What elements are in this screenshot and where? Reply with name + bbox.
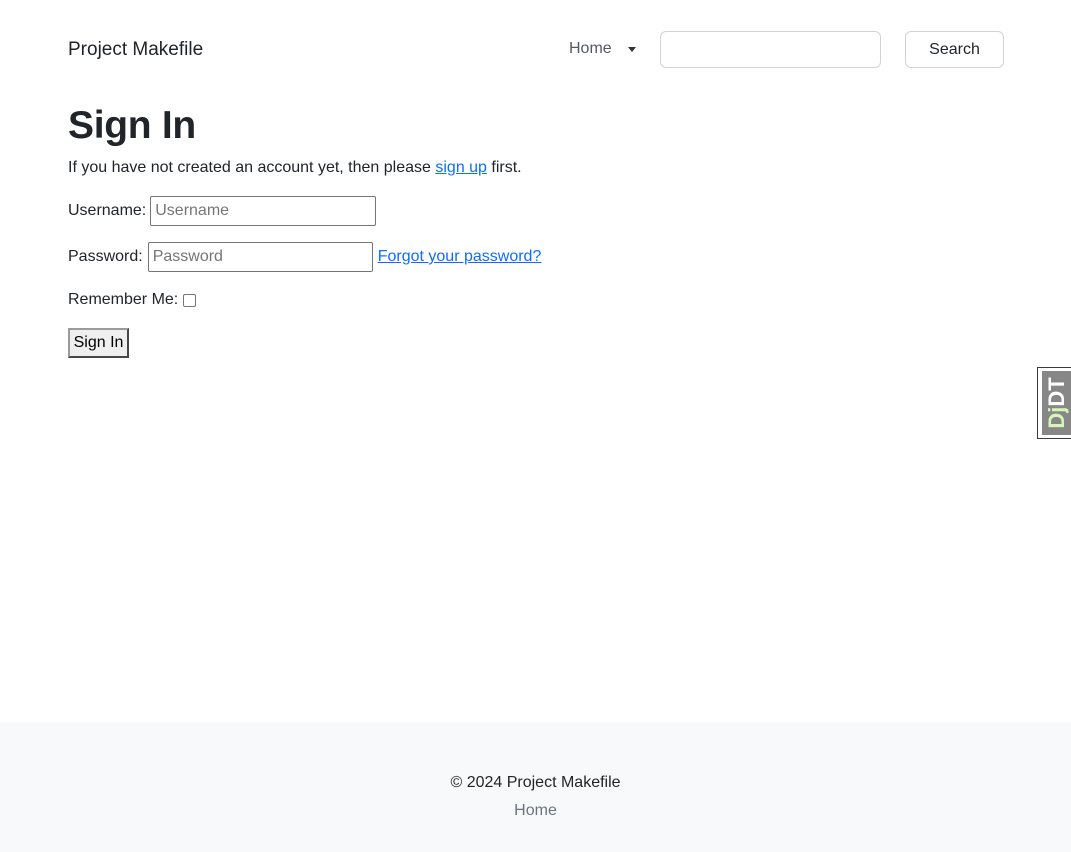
nav-dropdown-label: Home	[569, 40, 612, 57]
footer: © 2024 Project Makefile Home	[0, 722, 1071, 852]
remember-checkbox[interactable]	[183, 293, 197, 307]
footer-home-link[interactable]: Home	[514, 802, 557, 819]
djdt-logo-text: DjDT	[1044, 377, 1070, 428]
password-field[interactable]	[147, 242, 373, 272]
nav-dropdown-home[interactable]: Home	[569, 40, 636, 58]
search-button[interactable]: Search	[905, 31, 1004, 68]
remember-row: Remember Me:	[68, 291, 197, 309]
footer-nav: Home	[0, 802, 1071, 820]
page: Project Makefile Home Search Sign In If …	[0, 0, 1071, 852]
username-row: Username:	[68, 196, 377, 226]
debug-toolbar-handle[interactable]: DjDT	[1037, 367, 1071, 439]
djdt-logo-icon: DjDT	[1042, 371, 1071, 435]
intro-text-before: If you have not created an account yet, …	[68, 159, 436, 176]
caret-down-icon	[627, 46, 636, 52]
navbar: Project Makefile Home Search	[0, 0, 1071, 100]
signup-link[interactable]: sign up	[435, 159, 487, 176]
djdt-label-dj: Dj	[1044, 406, 1069, 429]
signup-intro: If you have not created an account yet, …	[68, 159, 522, 177]
password-label: Password:	[68, 248, 143, 265]
remember-label: Remember Me:	[68, 291, 179, 308]
djdt-label-dt: DT	[1044, 377, 1069, 407]
forgot-password-link[interactable]: Forgot your password?	[378, 248, 542, 266]
username-field[interactable]	[150, 196, 377, 226]
sign-in-button[interactable]: Sign In	[68, 328, 129, 358]
brand-link[interactable]: Project Makefile	[68, 39, 203, 61]
username-label: Username:	[68, 202, 147, 219]
page-title: Sign In	[68, 104, 196, 147]
search-input[interactable]	[660, 31, 881, 68]
intro-text-after: first.	[486, 159, 522, 176]
footer-copyright: © 2024 Project Makefile	[450, 774, 621, 791]
password-row: Password: Forgot your password?	[68, 242, 541, 272]
